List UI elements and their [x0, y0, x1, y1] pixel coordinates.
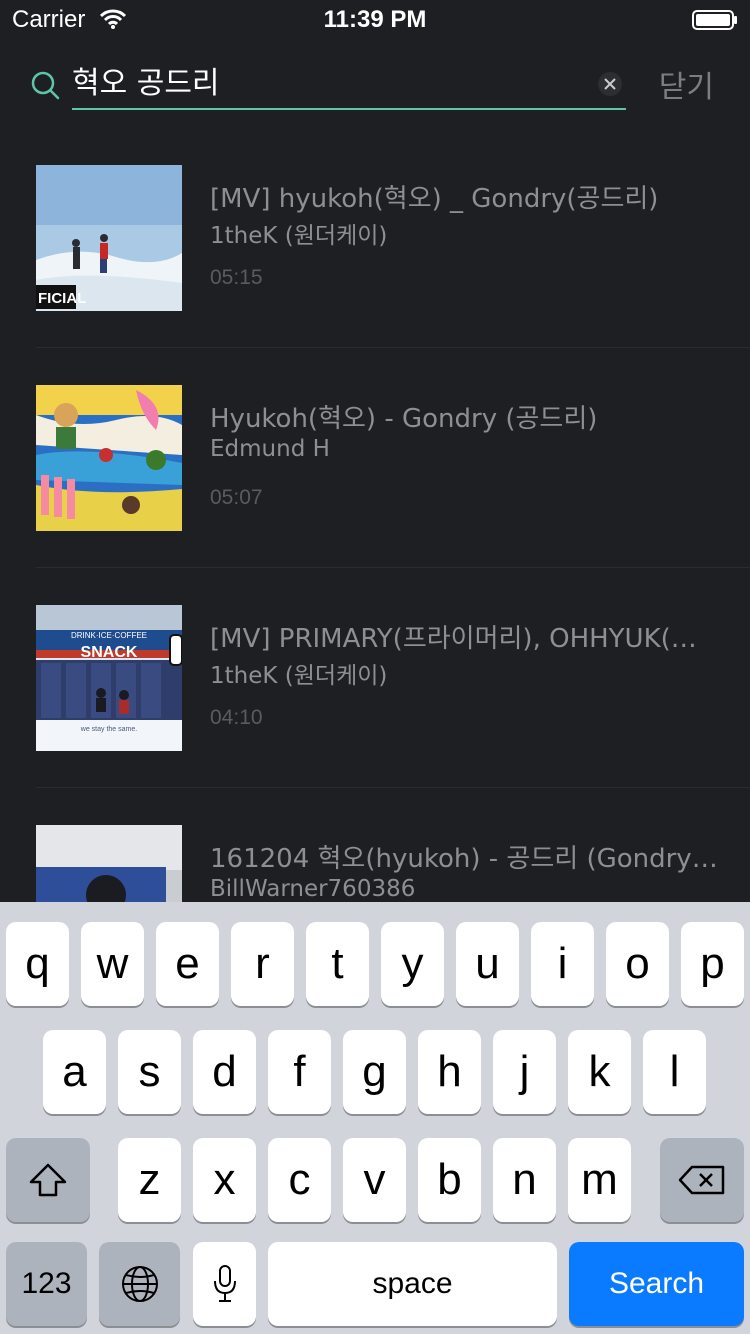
thumbnail-caption: FICIAL: [38, 290, 86, 307]
search-key[interactable]: Search: [569, 1242, 744, 1326]
search-field[interactable]: [72, 60, 626, 110]
key-f[interactable]: f: [268, 1030, 331, 1114]
key-w[interactable]: w: [81, 922, 144, 1006]
video-thumbnail: [36, 385, 182, 531]
thumbnail-banner: DRINK·ICE·COFFEE: [71, 631, 147, 640]
key-b[interactable]: b: [418, 1138, 481, 1222]
list-item[interactable]: Hyukoh(혁오) - Gondry (공드리) Edmund H 05:07: [0, 350, 750, 570]
key-i[interactable]: i: [531, 922, 594, 1006]
key-c[interactable]: c: [268, 1138, 331, 1222]
close-button[interactable]: 닫기: [659, 62, 714, 106]
key-y[interactable]: y: [381, 922, 444, 1006]
close-icon: [604, 78, 616, 90]
key-p[interactable]: p: [681, 922, 744, 1006]
key-u[interactable]: u: [456, 922, 519, 1006]
video-title: [MV] hyukoh(혁오) _ Gondry(공드리): [210, 184, 659, 214]
thumbnail-caption: we stay the same.: [80, 726, 137, 733]
video-duration: 04:10: [210, 706, 263, 729]
list-item[interactable]: DRINK·ICE·COFFEE SNACK we stay the same.…: [0, 570, 750, 790]
delete-key[interactable]: [660, 1138, 744, 1222]
key-r[interactable]: r: [231, 922, 294, 1006]
key-o[interactable]: o: [606, 922, 669, 1006]
video-title: Hyukoh(혁오) - Gondry (공드리): [210, 404, 598, 434]
key-k[interactable]: k: [568, 1030, 631, 1114]
key-m[interactable]: m: [568, 1138, 631, 1222]
status-bar: Carrier 11:39 PM: [0, 0, 750, 40]
search-input[interactable]: [72, 64, 572, 104]
key-s[interactable]: s: [118, 1030, 181, 1114]
video-title: 161204 혁오(hyukoh) - 공드리 (Gondry)…: [210, 844, 720, 874]
channel-name: 1theK (원더케이): [210, 223, 388, 249]
key-z[interactable]: z: [118, 1138, 181, 1222]
space-key[interactable]: space: [268, 1242, 557, 1326]
key-d[interactable]: d: [193, 1030, 256, 1114]
key-q[interactable]: q: [6, 922, 69, 1006]
search-header: 닫기: [0, 40, 750, 130]
key-v[interactable]: v: [343, 1138, 406, 1222]
divider: [36, 347, 750, 348]
key-n[interactable]: n: [493, 1138, 556, 1222]
key-g[interactable]: g: [343, 1030, 406, 1114]
backspace-icon: [678, 1165, 725, 1195]
thumbnail-sign: SNACK: [81, 644, 138, 661]
thumbnail-image: DRINK·ICE·COFFEE SNACK we stay the same.: [36, 605, 182, 751]
numbers-key[interactable]: 123: [6, 1242, 87, 1326]
results-list: FICIAL [MV] hyukoh(혁오) _ Gondry(공드리) 1th…: [0, 130, 750, 1010]
key-h[interactable]: h: [418, 1030, 481, 1114]
thumbnail-image: FICIAL: [36, 165, 182, 311]
video-duration: 05:07: [210, 486, 263, 509]
video-thumbnail: FICIAL: [36, 165, 182, 311]
clear-search-button[interactable]: [598, 72, 622, 96]
key-e[interactable]: e: [156, 922, 219, 1006]
channel-name: Edmund H: [210, 436, 330, 462]
clock: 11:39 PM: [323, 6, 427, 33]
dictation-key[interactable]: [193, 1242, 256, 1326]
thumbnail-image: [36, 385, 182, 531]
divider: [36, 787, 750, 788]
key-a[interactable]: a: [43, 1030, 106, 1114]
key-t[interactable]: t: [306, 922, 369, 1006]
battery-icon: [692, 10, 737, 30]
globe-key[interactable]: [99, 1242, 180, 1326]
channel-name: 1theK (원더케이): [210, 663, 388, 689]
globe-icon: [121, 1266, 158, 1302]
video-title: [MV] PRIMARY(프라이머리), OHHYUK(오…: [210, 624, 720, 654]
key-l[interactable]: l: [643, 1030, 706, 1114]
video-duration: 05:15: [210, 266, 263, 289]
divider: [36, 567, 750, 568]
key-x[interactable]: x: [193, 1138, 256, 1222]
microphone-icon: [213, 1265, 236, 1302]
shift-icon: [29, 1163, 67, 1197]
video-thumbnail: DRINK·ICE·COFFEE SNACK we stay the same.: [36, 605, 182, 751]
keyboard: q w e r t y u i o p a s d f g h j k l z …: [0, 902, 750, 1334]
key-j[interactable]: j: [493, 1030, 556, 1114]
channel-name: BillWarner760386: [210, 876, 416, 902]
search-icon: [31, 71, 60, 100]
shift-key[interactable]: [6, 1138, 90, 1222]
list-item[interactable]: FICIAL [MV] hyukoh(혁오) _ Gondry(공드리) 1th…: [0, 130, 750, 350]
